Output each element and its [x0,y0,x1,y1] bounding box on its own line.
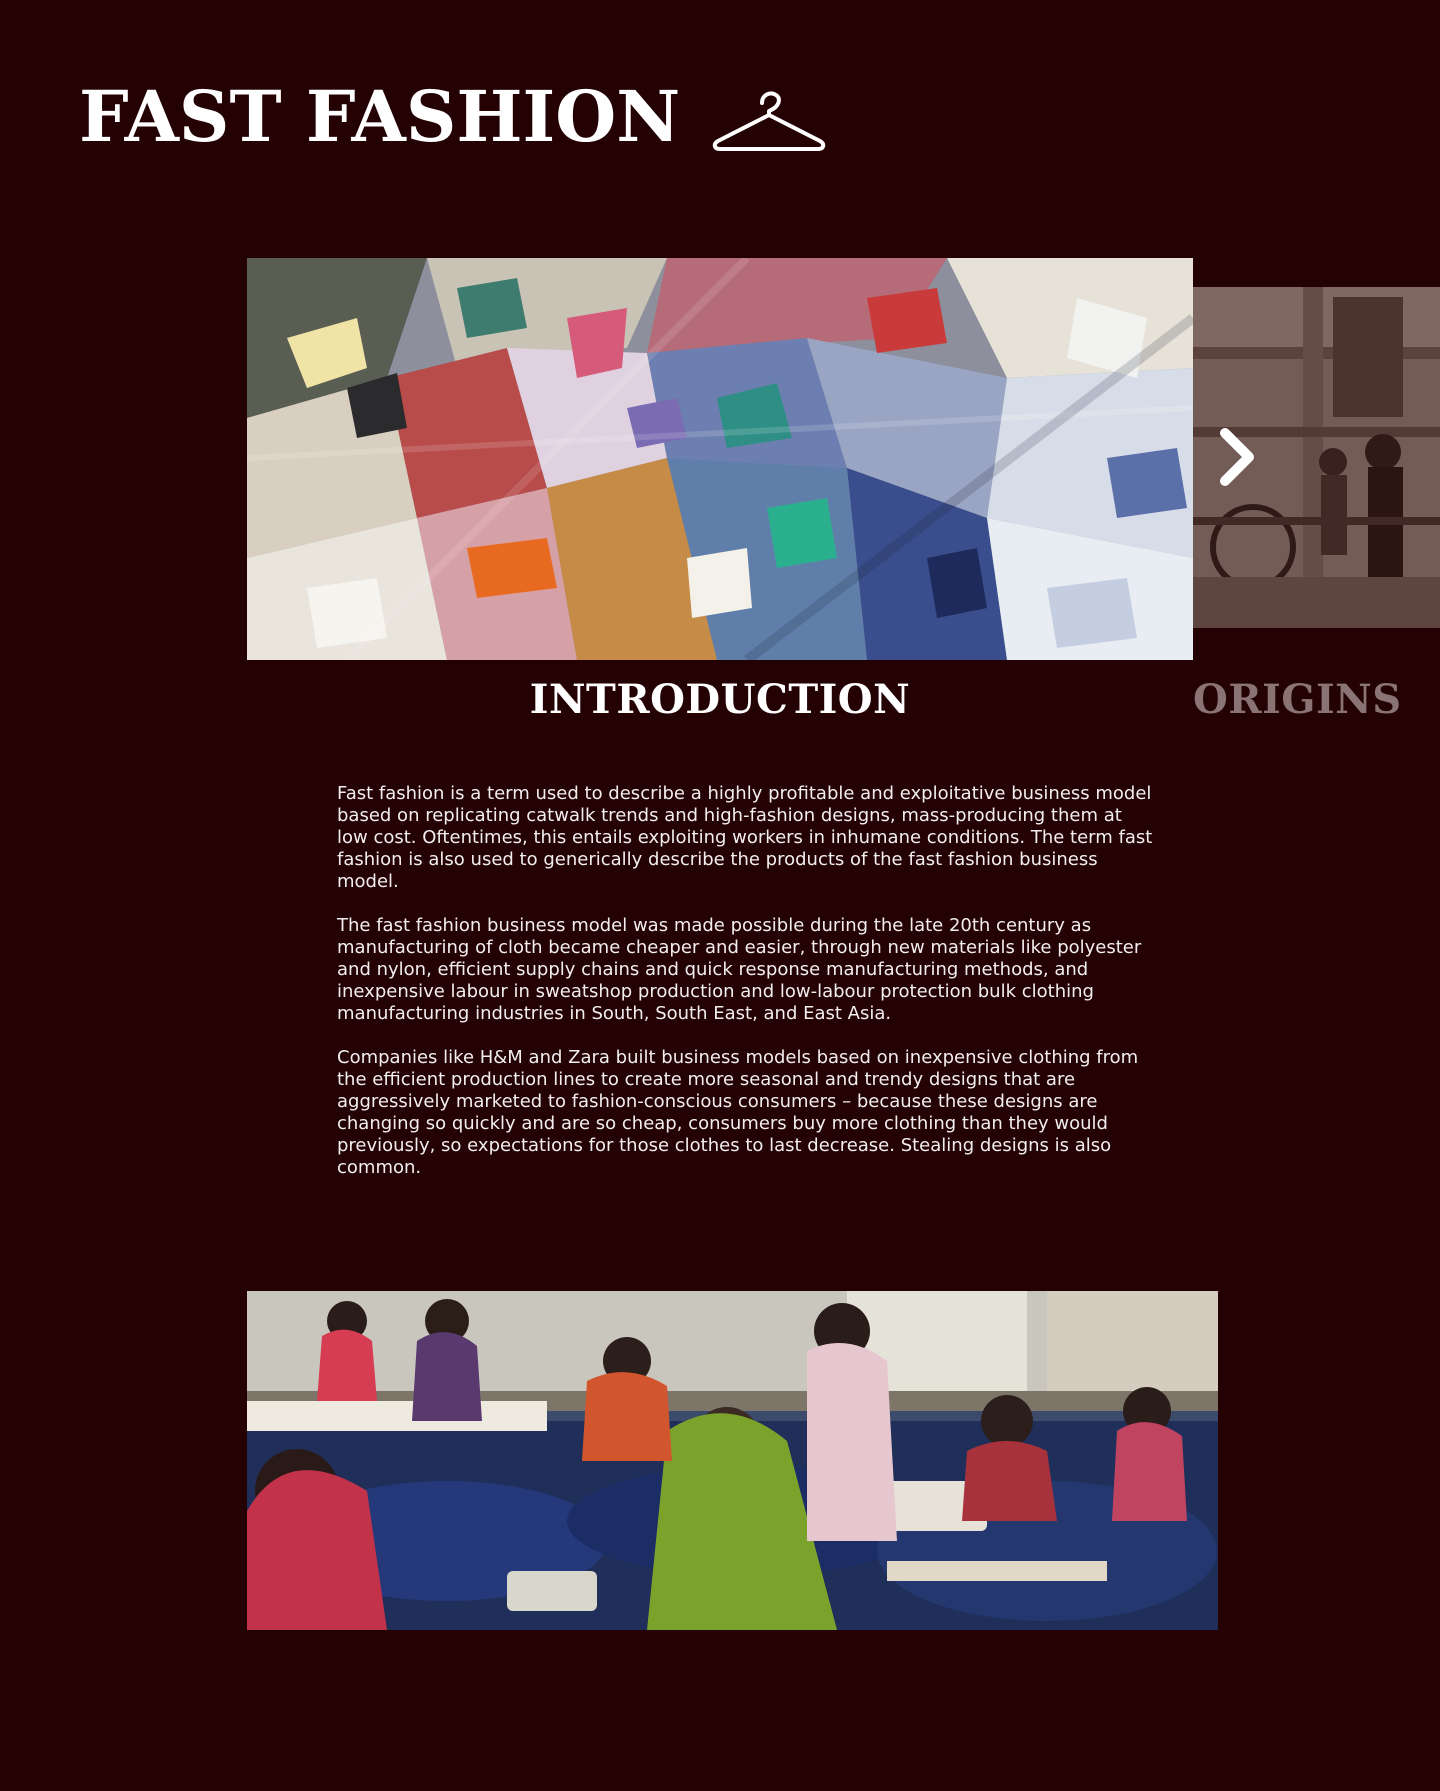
textile-waste-image [247,258,1193,660]
article-paragraph: Fast fashion is a term used to describe … [337,783,1153,892]
garment-workers-photo [247,1291,1218,1630]
article-paragraph: The fast fashion business model was made… [337,915,1142,1024]
slide-caption-introduction: INTRODUCTION [529,676,911,723]
site-header: FAST FASHION [79,72,828,162]
carousel-slide-introduction[interactable] [247,258,1193,660]
carousel-next-button[interactable] [1212,426,1262,492]
hanger-icon [710,89,828,151]
article-paragraph: Companies like H&M and Zara built busine… [337,1047,1139,1178]
site-title: FAST FASHION [79,75,681,158]
slide-caption-origins[interactable]: ORIGINS [1193,676,1402,723]
chevron-right-icon [1217,427,1257,492]
image-carousel: INTRODUCTION ORIGINS [0,258,1440,738]
introduction-article: Fast fashion is a term used to describe … [337,783,1157,1201]
